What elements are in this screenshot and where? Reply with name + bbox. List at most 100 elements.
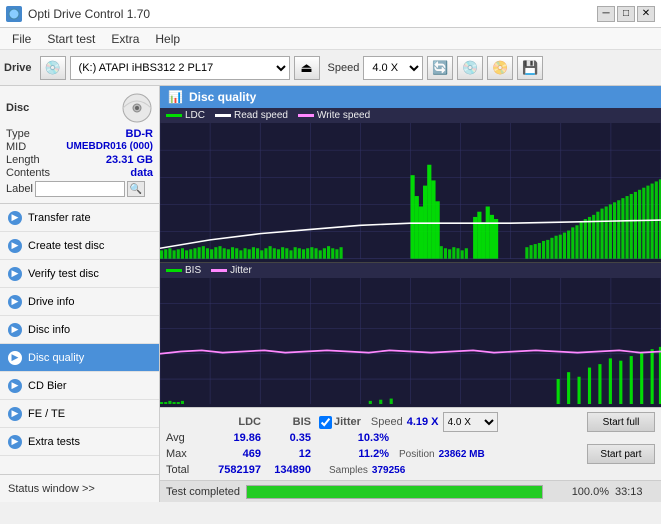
status-window-label: Status window >>: [8, 483, 95, 495]
sidebar-item-cd-bier[interactable]: ▶ CD Bier: [0, 372, 159, 400]
nav-drive-info-label: Drive info: [28, 296, 74, 308]
disc-contents-value: data: [130, 167, 153, 179]
drive-icon-btn[interactable]: 💿: [40, 56, 66, 80]
minimize-button[interactable]: ─: [597, 6, 615, 22]
sidebar-item-transfer-rate[interactable]: ▶ Transfer rate: [0, 204, 159, 232]
speed-stat-select[interactable]: 4.0 X: [443, 412, 498, 432]
disc-label-input[interactable]: [35, 181, 125, 197]
disc-length-row: Length 23.31 GB: [6, 154, 153, 166]
cd-bier-icon: ▶: [8, 379, 22, 393]
nav-cd-bier-label: CD Bier: [28, 380, 67, 392]
sidebar-item-create-test-disc[interactable]: ▶ Create test disc: [0, 232, 159, 260]
avg-label: Avg: [166, 432, 201, 444]
chart-header-icon: 📊: [168, 90, 183, 104]
jitter-legend-label: Jitter: [230, 265, 252, 276]
menu-bar: File Start test Extra Help: [0, 28, 661, 50]
extra-tests-icon: ▶: [8, 435, 22, 449]
sidebar: Disc Type BD-R MID UMEBDR016 (000) Lengt…: [0, 86, 160, 502]
bis-header: BIS: [261, 416, 311, 428]
nav-spacer: [0, 456, 159, 474]
stats-max-row: Max 469 12 11.2% Position 23862 MB Start…: [166, 444, 655, 464]
max-bis: 12: [261, 448, 311, 460]
sidebar-item-extra-tests[interactable]: ▶ Extra tests: [0, 428, 159, 456]
drive-label: Drive: [4, 62, 32, 74]
sidebar-item-disc-quality[interactable]: ▶ Disc quality: [0, 344, 159, 372]
maximize-button[interactable]: □: [617, 6, 635, 22]
app-icon: [6, 6, 22, 22]
disc-mid-label: MID: [6, 141, 26, 153]
disc-panel: Disc Type BD-R MID UMEBDR016 (000) Lengt…: [0, 86, 159, 204]
stats-panel: LDC BIS Jitter Speed 4.19 X 4.0 X Start …: [160, 407, 661, 480]
progress-percent: 100.0%: [549, 486, 609, 498]
menu-start-test[interactable]: Start test: [39, 30, 103, 48]
chart-title: Disc quality: [189, 90, 256, 104]
avg-jitter: 10.3%: [319, 432, 389, 444]
transfer-rate-icon: ▶: [8, 211, 22, 225]
disc-mid-row: MID UMEBDR016 (000): [6, 141, 153, 153]
verify-test-disc-icon: ▶: [8, 267, 22, 281]
speed-info-header: Speed 4.19 X 4.0 X: [371, 412, 498, 432]
main-layout: Disc Type BD-R MID UMEBDR016 (000) Lengt…: [0, 86, 661, 502]
disc-length-value: 23.31 GB: [106, 154, 153, 166]
bis-legend-color: [166, 269, 182, 272]
disc-section-title: Disc: [6, 102, 29, 114]
nav-create-test-label: Create test disc: [28, 240, 104, 252]
fe-te-icon: ▶: [8, 407, 22, 421]
disc-header: Disc: [6, 92, 153, 124]
start-part-button[interactable]: Start part: [587, 444, 655, 464]
disc-btn1[interactable]: 💿: [457, 56, 483, 80]
disc-btn2[interactable]: 📀: [487, 56, 513, 80]
disc-contents-row: Contents data: [6, 167, 153, 179]
title-controls: ─ □ ✕: [597, 6, 655, 22]
nav-verify-test-label: Verify test disc: [28, 268, 99, 280]
progress-fill: [247, 486, 542, 498]
start-full-button[interactable]: Start full: [587, 412, 655, 432]
toolbar: Drive 💿 (K:) ATAPI iHBS312 2 PL17 ⏏ Spee…: [0, 50, 661, 86]
nav-transfer-rate-label: Transfer rate: [28, 212, 91, 224]
speed-label: Speed: [328, 62, 360, 74]
save-button[interactable]: 💾: [517, 56, 543, 80]
disc-quality-icon: ▶: [8, 351, 22, 365]
disc-label-row: Label 🔍: [6, 181, 153, 197]
total-label: Total: [166, 464, 201, 476]
jitter-checkbox[interactable]: [319, 416, 332, 429]
position-label: Position: [399, 449, 435, 460]
drive-select[interactable]: (K:) ATAPI iHBS312 2 PL17: [70, 56, 290, 80]
close-button[interactable]: ✕: [637, 6, 655, 22]
total-ldc: 7582197: [201, 464, 261, 476]
disc-type-row: Type BD-R: [6, 128, 153, 140]
sidebar-item-verify-test-disc[interactable]: ▶ Verify test disc: [0, 260, 159, 288]
read-speed-legend-label: Read speed: [234, 110, 288, 121]
menu-file[interactable]: File: [4, 30, 39, 48]
disc-type-value: BD-R: [126, 128, 154, 140]
sidebar-item-fe-te[interactable]: ▶ FE / TE: [0, 400, 159, 428]
title-bar: Opti Drive Control 1.70 ─ □ ✕: [0, 0, 661, 28]
stats-headers: LDC BIS Jitter Speed 4.19 X 4.0 X Start …: [166, 412, 655, 432]
create-test-disc-icon: ▶: [8, 239, 22, 253]
status-window-button[interactable]: Status window >>: [0, 474, 159, 502]
refresh-button[interactable]: 🔄: [427, 56, 453, 80]
top-chart-svg: 0 100 200 300 400 500 0 2 4 6 8 10 12 14…: [160, 123, 661, 259]
disc-mid-value: UMEBDR016 (000): [66, 141, 153, 153]
stats-avg-row: Avg 19.86 0.35 10.3%: [166, 432, 655, 444]
nav-fe-te-label: FE / TE: [28, 408, 65, 420]
progress-bar-container: Test completed 100.0% 33:13: [160, 480, 661, 502]
status-text: Test completed: [166, 486, 240, 498]
nav-extra-tests-label: Extra tests: [28, 436, 80, 448]
drive-info-icon: ▶: [8, 295, 22, 309]
sidebar-item-disc-info[interactable]: ▶ Disc info: [0, 316, 159, 344]
ldc-legend-color: [166, 114, 182, 117]
disc-label-button[interactable]: 🔍: [127, 181, 145, 197]
disc-contents-label: Contents: [6, 167, 50, 179]
write-speed-legend-label: Write speed: [317, 110, 370, 121]
ldc-header: LDC: [201, 416, 261, 428]
jitter-legend-color: [211, 269, 227, 272]
chart-header: 📊 Disc quality: [160, 86, 661, 108]
ldc-legend-label: LDC: [185, 110, 205, 121]
menu-help[interactable]: Help: [147, 30, 188, 48]
eject-button[interactable]: ⏏: [294, 56, 320, 80]
samples-label: Samples: [329, 465, 368, 476]
sidebar-item-drive-info[interactable]: ▶ Drive info: [0, 288, 159, 316]
speed-select[interactable]: 4.0 X: [363, 56, 423, 80]
menu-extra[interactable]: Extra: [103, 30, 147, 48]
